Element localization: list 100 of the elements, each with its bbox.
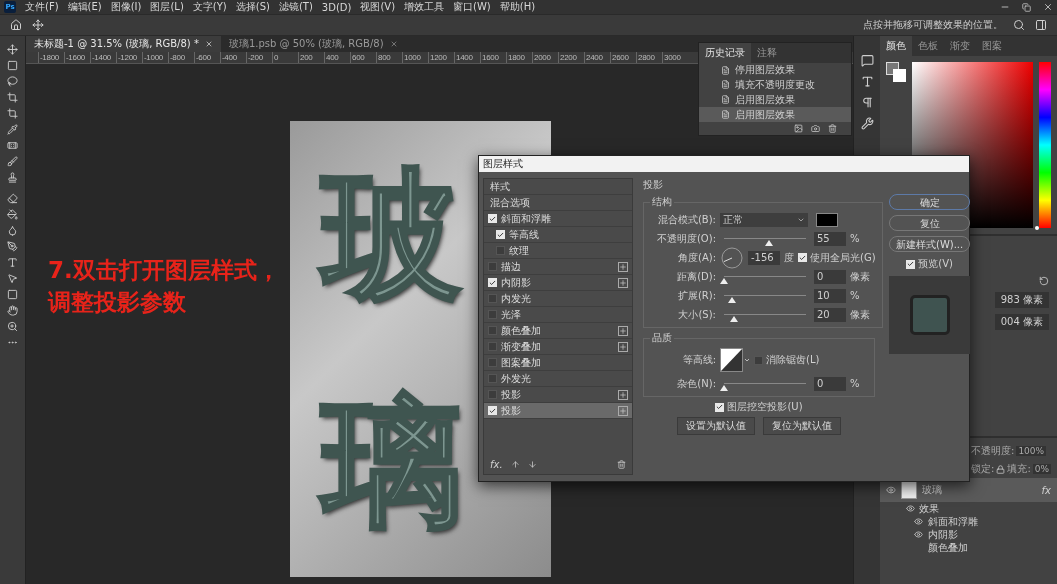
- menu-item[interactable]: 3D(D): [321, 1, 352, 13]
- home-icon[interactable]: [10, 19, 22, 31]
- add-icon[interactable]: [618, 261, 628, 272]
- move-icon[interactable]: [32, 19, 44, 31]
- style-list-item[interactable]: 样式: [484, 179, 632, 195]
- default-button[interactable]: 设置为默认值: [677, 417, 755, 435]
- slider-thumb[interactable]: [720, 278, 728, 284]
- number-field[interactable]: 10: [814, 288, 846, 303]
- contour-picker[interactable]: [720, 348, 750, 372]
- trash-icon[interactable]: [828, 124, 837, 133]
- panel-tab[interactable]: 色板: [912, 36, 944, 56]
- type-icon[interactable]: [860, 75, 874, 88]
- slider-thumb[interactable]: [729, 316, 738, 322]
- paragraph-icon[interactable]: [860, 96, 874, 109]
- lock-icon[interactable]: [996, 464, 1006, 474]
- menu-item[interactable]: 选择(S): [235, 0, 270, 14]
- menu-item[interactable]: 编辑(E): [67, 0, 102, 14]
- checkbox[interactable]: [488, 326, 497, 335]
- style-list-item[interactable]: 混合选项: [484, 195, 632, 211]
- property-field[interactable]: 983 像素: [994, 292, 1049, 308]
- tool-icon[interactable]: [7, 257, 18, 268]
- style-list-item[interactable]: 内发光: [484, 291, 632, 307]
- eye-icon[interactable]: [914, 530, 924, 539]
- style-list-item[interactable]: 图案叠加: [484, 355, 632, 371]
- property-field[interactable]: 004 像素: [994, 314, 1049, 330]
- menu-item[interactable]: 帮助(H): [499, 0, 536, 14]
- style-list-item[interactable]: 外发光: [484, 371, 632, 387]
- panel-tab[interactable]: 图案: [976, 36, 1008, 56]
- tool-icon[interactable]: [7, 273, 18, 284]
- layer-row[interactable]: 玻璃 fx: [880, 478, 1057, 502]
- panel-icon[interactable]: [1035, 19, 1047, 31]
- menu-item[interactable]: 文字(Y): [192, 0, 227, 14]
- tool-icon[interactable]: [7, 289, 18, 300]
- history-item[interactable]: 启用图层效果: [699, 92, 851, 108]
- opacity-field[interactable]: 100%: [1016, 446, 1047, 456]
- trash-icon[interactable]: [617, 460, 626, 469]
- tool-icon[interactable]: [7, 209, 18, 220]
- number-field[interactable]: 55: [814, 231, 846, 246]
- tool-icon[interactable]: [7, 225, 18, 236]
- slider-thumb[interactable]: [1035, 226, 1039, 230]
- checkbox[interactable]: [488, 374, 497, 383]
- history-item[interactable]: 停用图层效果: [699, 62, 851, 78]
- tool-icon[interactable]: [7, 92, 18, 103]
- menu-item[interactable]: 视图(V): [360, 0, 396, 14]
- add-icon[interactable]: [618, 389, 628, 400]
- tool-icon[interactable]: [7, 76, 18, 87]
- arrow-down-icon[interactable]: [527, 460, 537, 469]
- style-list-item[interactable]: 渐变叠加: [484, 339, 632, 355]
- menu-item[interactable]: 文件(F): [25, 0, 59, 14]
- dialog-button[interactable]: 复位: [889, 215, 971, 231]
- angle-dial[interactable]: [720, 245, 744, 270]
- tool-icon[interactable]: [7, 305, 18, 316]
- style-list-item[interactable]: 斜面和浮雕: [484, 211, 632, 227]
- history-item[interactable]: 启用图层效果: [699, 107, 851, 122]
- menu-item[interactable]: 增效工具: [404, 0, 445, 14]
- style-list-item[interactable]: 纹理: [484, 243, 632, 259]
- eye-icon[interactable]: [886, 485, 896, 495]
- number-field[interactable]: 20: [814, 307, 846, 322]
- wrench-icon[interactable]: [860, 117, 874, 130]
- checkbox[interactable]: [754, 355, 763, 365]
- checkbox[interactable]: [488, 310, 497, 319]
- number-field[interactable]: 0: [814, 269, 846, 284]
- restore-icon[interactable]: [1022, 2, 1031, 12]
- panel-tab[interactable]: 渐变: [944, 36, 976, 56]
- search-icon[interactable]: [1013, 19, 1025, 31]
- style-list-item[interactable]: 颜色叠加: [484, 323, 632, 339]
- tool-icon[interactable]: [7, 241, 18, 252]
- tool-icon[interactable]: [7, 108, 18, 119]
- checkbox[interactable]: [488, 390, 497, 399]
- style-list-item[interactable]: 光泽: [484, 307, 632, 323]
- tool-icon[interactable]: [7, 60, 18, 71]
- tool-icon[interactable]: [7, 44, 18, 55]
- camera-icon[interactable]: [811, 124, 820, 133]
- panel-tab[interactable]: 颜色: [880, 36, 912, 56]
- default-button[interactable]: 复位为默认值: [763, 417, 841, 435]
- tool-icon[interactable]: [7, 124, 18, 135]
- reset-icon[interactable]: [1039, 276, 1049, 286]
- slider-thumb[interactable]: [728, 297, 737, 303]
- menu-item[interactable]: 图层(L): [150, 0, 184, 14]
- history-item[interactable]: 填充不透明度更改: [699, 77, 851, 93]
- menu-item[interactable]: 窗口(W): [453, 0, 491, 14]
- checkbox[interactable]: [488, 262, 497, 271]
- dialog-button[interactable]: 确定: [889, 194, 971, 210]
- add-icon[interactable]: [618, 341, 628, 352]
- snapshot-icon[interactable]: [794, 124, 803, 133]
- tool-icon[interactable]: [7, 172, 18, 183]
- checkbox[interactable]: [488, 342, 497, 351]
- number-field[interactable]: -156: [748, 250, 780, 265]
- color-swatches-icon[interactable]: [886, 62, 906, 82]
- style-list-item[interactable]: 等高线: [484, 227, 632, 243]
- eye-icon[interactable]: [914, 517, 924, 526]
- tool-icon[interactable]: [7, 140, 18, 151]
- add-icon[interactable]: [618, 277, 628, 288]
- add-icon[interactable]: [618, 325, 628, 336]
- panel-tab[interactable]: 历史记录: [699, 43, 751, 63]
- menu-item[interactable]: 图像(I): [110, 0, 142, 14]
- comment-icon[interactable]: [860, 54, 874, 67]
- tool-icon[interactable]: [7, 193, 18, 204]
- panel-tab[interactable]: 注释: [751, 43, 783, 63]
- style-list-item[interactable]: 内阴影: [484, 275, 632, 291]
